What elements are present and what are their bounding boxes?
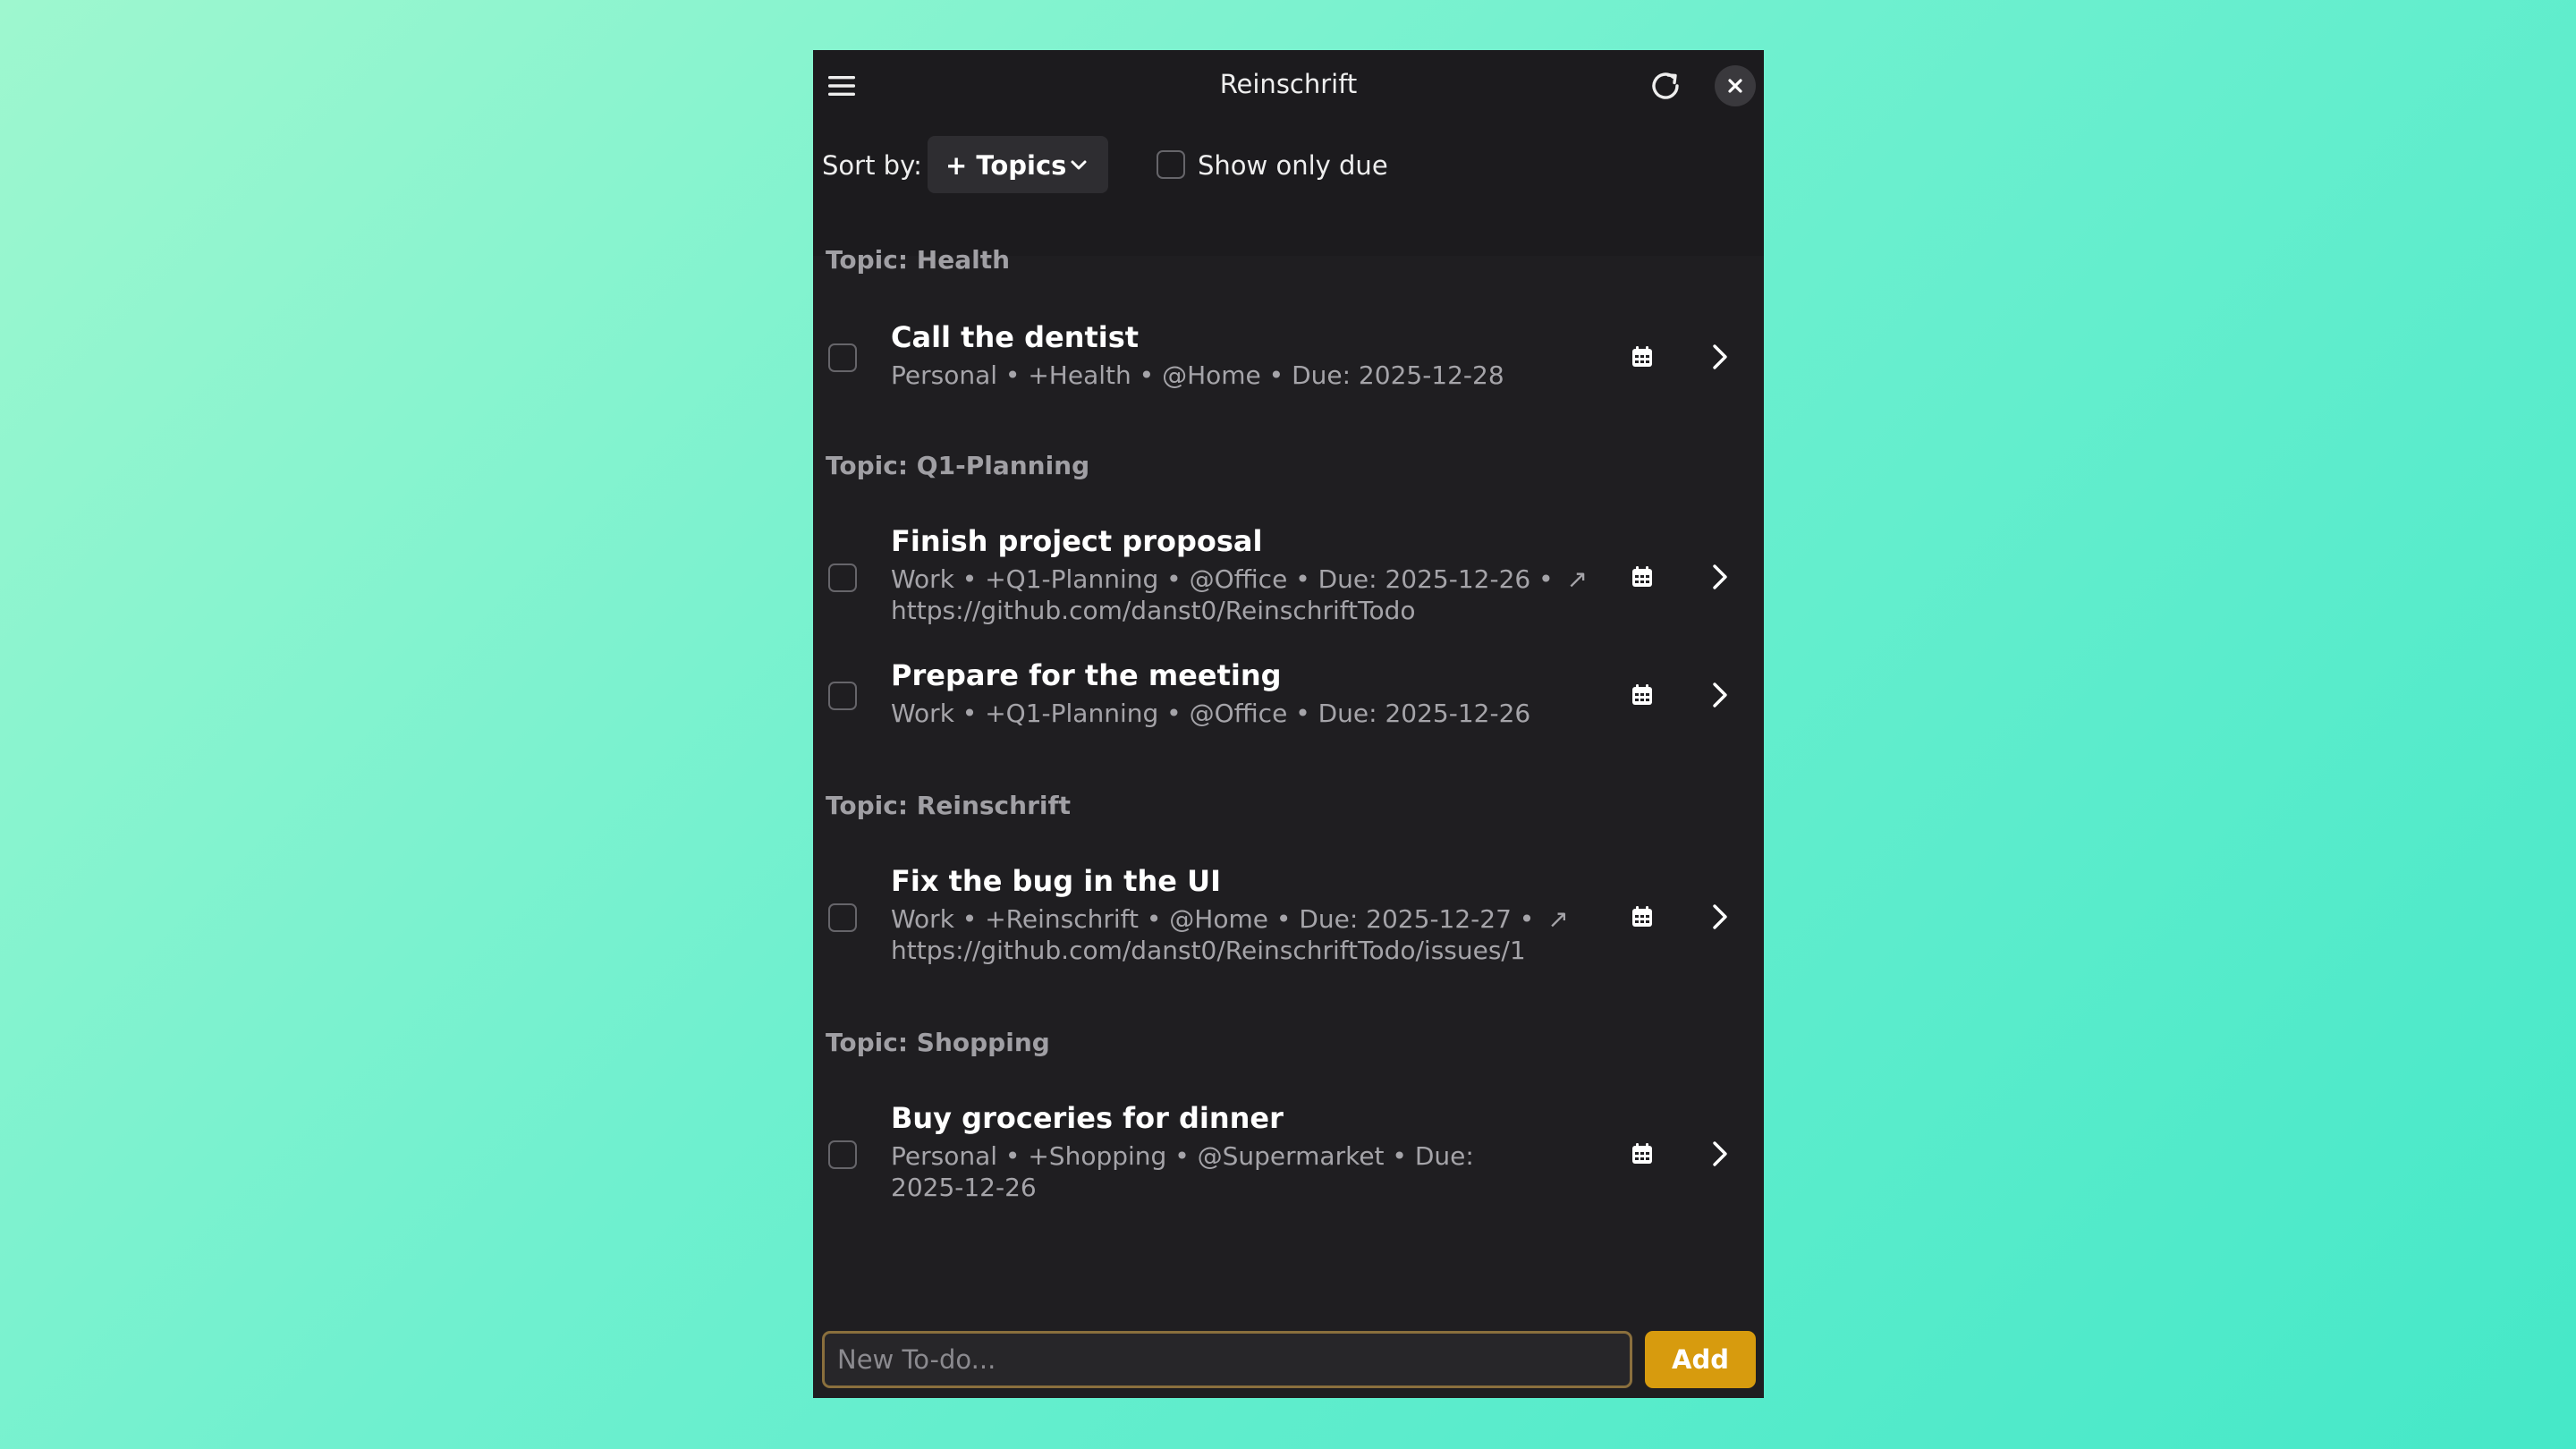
show-only-due-toggle[interactable]: Show only due xyxy=(1157,141,1425,188)
task-checkbox[interactable] xyxy=(828,343,857,372)
task-title: Finish project proposal xyxy=(891,524,1263,558)
task-title: Buy groceries for dinner xyxy=(891,1101,1284,1135)
set-due-date-button[interactable] xyxy=(1625,1137,1659,1171)
task-meta: Personal • +Health • @Home • Due: 2025-1… xyxy=(891,360,1504,390)
open-task-button[interactable] xyxy=(1702,678,1736,712)
new-todo-bar: Add xyxy=(813,1320,1764,1398)
window-title: Reinschrift xyxy=(1219,69,1358,99)
task-link[interactable]: https://github.com/danst0/ReinschriftTod… xyxy=(891,596,1415,625)
task-meta: Personal • +Shopping • @Supermarket • Du… xyxy=(891,1141,1474,1202)
topic-header-reinschrift: Topic: Reinschrift xyxy=(826,791,1072,820)
add-button[interactable]: Add xyxy=(1645,1331,1756,1388)
task-row: Fix the bug in the UI Work • +Reinschrif… xyxy=(813,864,1764,980)
calendar-icon xyxy=(1632,1143,1652,1164)
calendar-icon xyxy=(1632,906,1652,927)
task-meta: Work • +Q1-Planning • @Office • Due: 202… xyxy=(891,699,1531,728)
open-task-button[interactable] xyxy=(1702,1137,1736,1171)
external-link-icon: ↗ xyxy=(1547,904,1569,934)
close-button[interactable] xyxy=(1715,65,1756,106)
task-title: Fix the bug in the UI xyxy=(891,864,1221,898)
open-task-button[interactable] xyxy=(1702,560,1736,594)
set-due-date-button[interactable] xyxy=(1625,340,1659,374)
task-meta: Work • +Reinschrift • @Home • Due: 2025-… xyxy=(891,903,1597,966)
new-todo-input[interactable] xyxy=(822,1331,1632,1388)
task-link[interactable]: https://github.com/danst0/ReinschriftTod… xyxy=(891,936,1526,965)
chevron-right-icon xyxy=(1713,904,1727,929)
task-title: Call the dentist xyxy=(891,320,1140,354)
show-only-due-label: Show only due xyxy=(1198,150,1388,181)
set-due-date-button[interactable] xyxy=(1625,678,1659,712)
set-due-date-button[interactable] xyxy=(1625,900,1659,934)
open-task-button[interactable] xyxy=(1702,900,1736,934)
chevron-down-icon xyxy=(1071,160,1087,170)
sort-label: Sort by: xyxy=(822,150,922,181)
task-row: Prepare for the meeting Work • +Q1-Plann… xyxy=(813,658,1764,748)
task-title: Prepare for the meeting xyxy=(891,658,1282,692)
sort-value: + Topics xyxy=(945,150,1067,181)
task-row: Call the dentist Personal • +Health • @H… xyxy=(813,318,1764,408)
task-checkbox[interactable] xyxy=(828,903,857,932)
external-link-icon: ↗ xyxy=(1566,564,1588,594)
task-meta: Work • +Q1-Planning • @Office • Due: 202… xyxy=(891,564,1597,626)
chevron-right-icon xyxy=(1713,1141,1727,1166)
chevron-right-icon xyxy=(1713,344,1727,369)
title-bar: Reinschrift xyxy=(813,50,1764,122)
task-checkbox[interactable] xyxy=(828,564,857,592)
calendar-icon xyxy=(1632,684,1652,705)
chevron-right-icon xyxy=(1713,564,1727,589)
chevron-right-icon xyxy=(1713,682,1727,708)
topic-header-health: Topic: Health xyxy=(826,245,1011,275)
app-window: Reinschrift Sort by: + Topics Show only … xyxy=(813,50,1764,1398)
set-due-date-button[interactable] xyxy=(1625,560,1659,594)
sort-toolbar: Sort by: + Topics Show only due xyxy=(813,122,1764,256)
topic-header-q1-planning: Topic: Q1-Planning xyxy=(826,451,1090,480)
task-meta-text: Work • +Q1-Planning • @Office • Due: 202… xyxy=(891,564,1554,594)
refresh-icon xyxy=(1652,72,1679,99)
show-only-due-checkbox[interactable] xyxy=(1157,150,1185,179)
calendar-icon xyxy=(1632,566,1652,587)
task-row: Finish project proposal Work • +Q1-Plann… xyxy=(813,524,1764,640)
open-task-button[interactable] xyxy=(1702,340,1736,374)
topic-header-shopping: Topic: Shopping xyxy=(826,1028,1050,1057)
close-icon xyxy=(1728,79,1742,93)
task-row: Buy groceries for dinner Personal • +Sho… xyxy=(813,1101,1764,1217)
calendar-icon xyxy=(1632,346,1652,367)
task-checkbox[interactable] xyxy=(828,682,857,710)
task-checkbox[interactable] xyxy=(828,1140,857,1169)
sort-dropdown[interactable]: + Topics xyxy=(928,136,1108,193)
refresh-button[interactable] xyxy=(1647,67,1684,105)
task-meta-text: Work • +Reinschrift • @Home • Due: 2025-… xyxy=(891,904,1535,934)
